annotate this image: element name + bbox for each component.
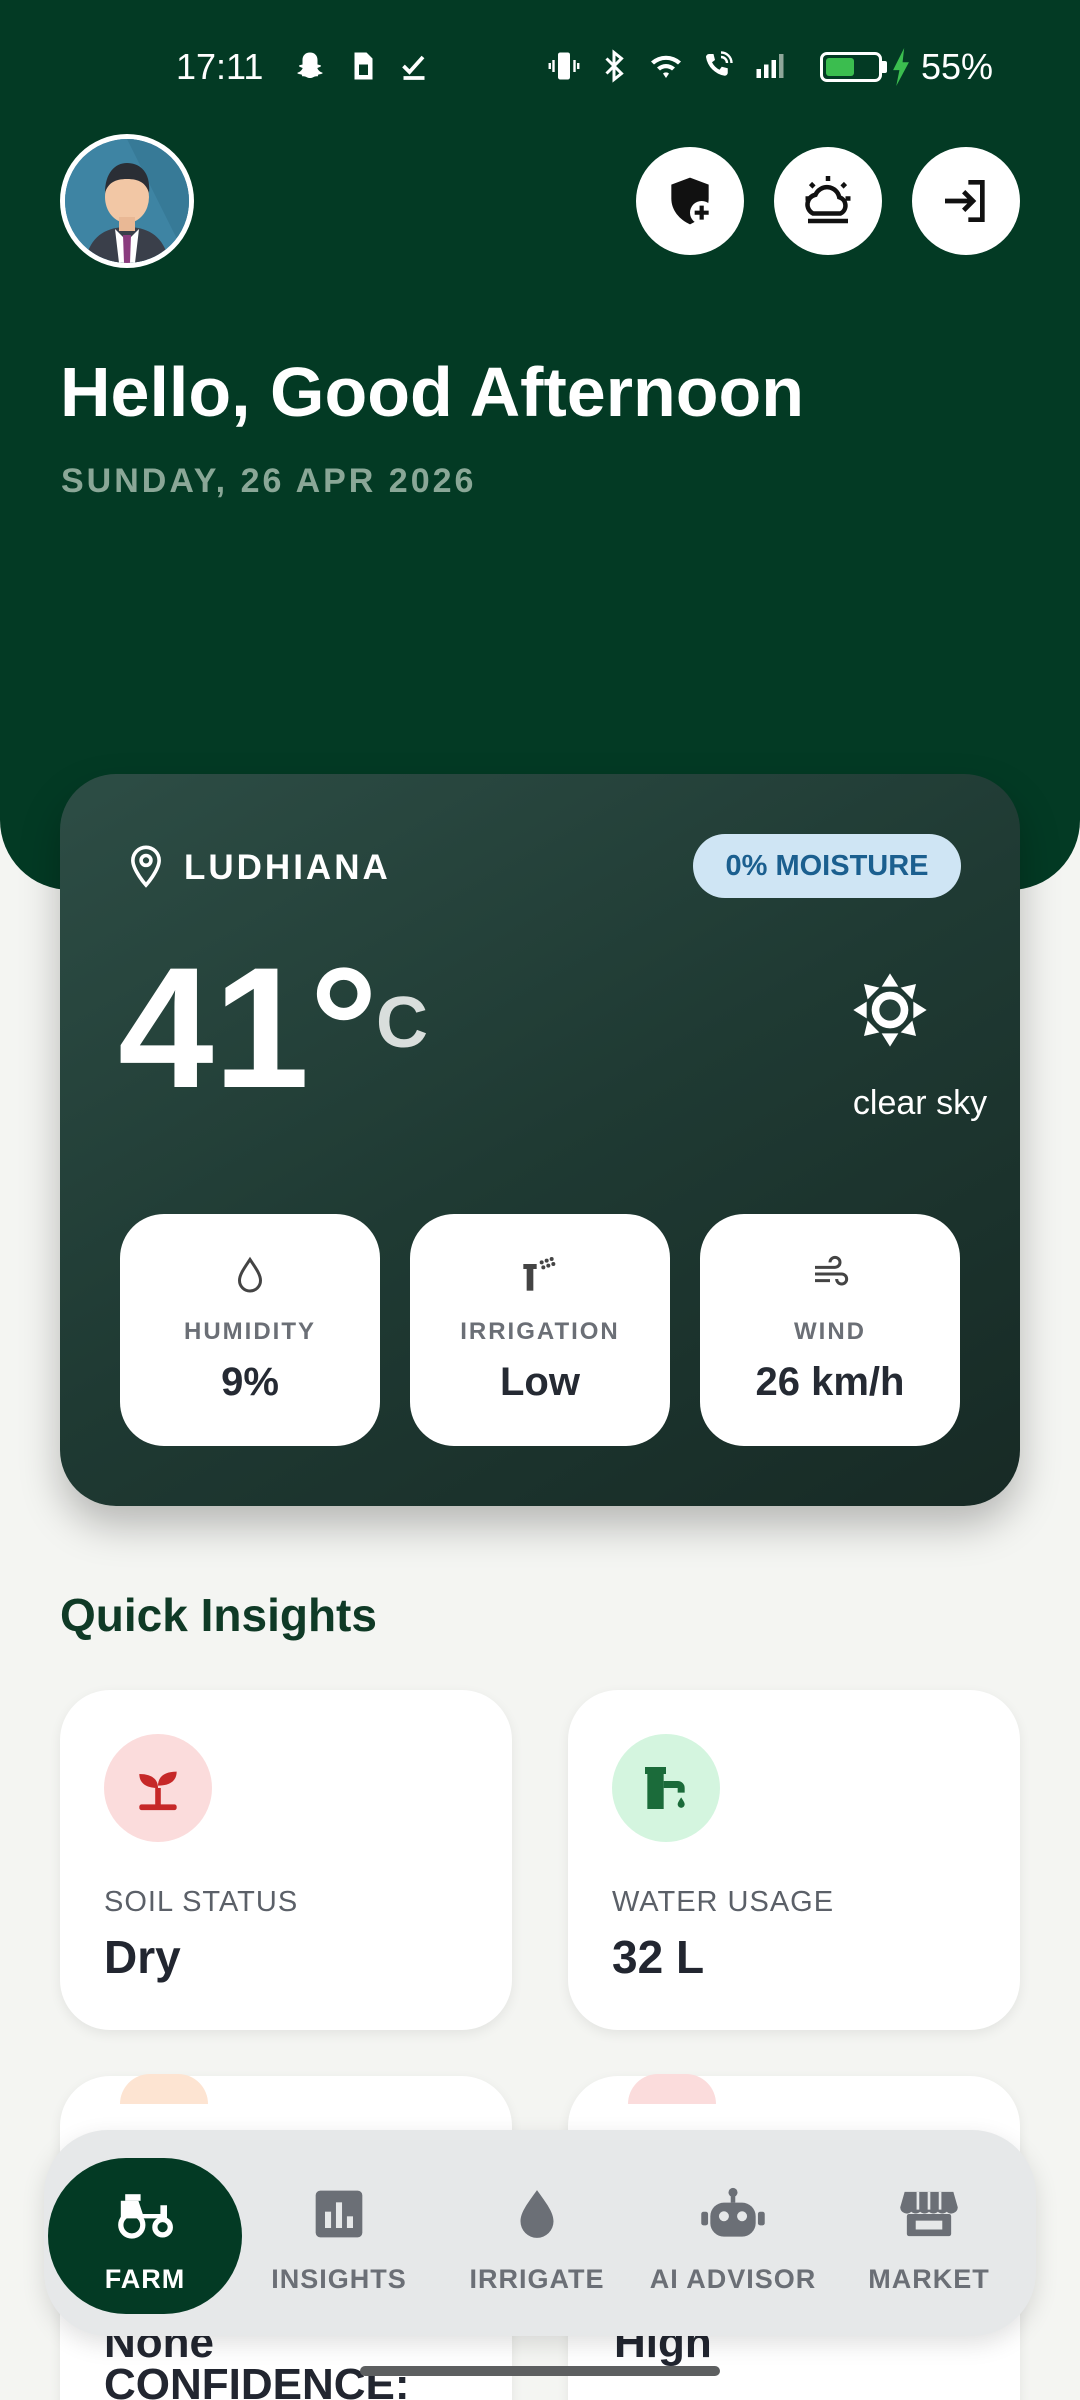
- soil-status-label: SOIL STATUS: [104, 1886, 299, 1918]
- temperature: 41°: [118, 932, 379, 1124]
- nav-item-farm[interactable]: FARM: [48, 2130, 242, 2336]
- battery-icon: [820, 52, 882, 82]
- wind-icon: [815, 1255, 849, 1286]
- wifi-call-icon: [706, 51, 733, 76]
- logout-button[interactable]: [912, 147, 1020, 255]
- nav-item-irrigate[interactable]: IRRIGATE: [440, 2130, 634, 2336]
- signal-icon: [756, 54, 784, 78]
- status-time: 17:11: [176, 46, 264, 87]
- irrigation-value: Low: [500, 1360, 580, 1404]
- check-icon: [402, 55, 425, 80]
- bar-chart-icon: [315, 2190, 363, 2238]
- bluetooth-icon: [605, 49, 624, 83]
- location-name: LUDHIANA: [184, 848, 391, 887]
- shield-add-button[interactable]: [636, 147, 744, 255]
- humidity-stat: HUMIDITY 9%: [120, 1214, 380, 1446]
- humidity-label: HUMIDITY: [184, 1318, 316, 1345]
- weather-button[interactable]: [774, 147, 882, 255]
- irrigation-label: IRRIGATION: [460, 1318, 620, 1345]
- nav-item-market[interactable]: MARKET: [832, 2130, 1026, 2336]
- sprinkler-icon: [523, 1257, 556, 1291]
- shield-add-icon: [671, 177, 714, 225]
- irrigation-stat: IRRIGATION Low: [410, 1214, 670, 1446]
- wind-value: 26 km/h: [755, 1360, 905, 1404]
- current-date: SUNDAY, 26 APR 2026: [61, 462, 477, 500]
- moisture-badge: 0% MOISTURE: [693, 834, 961, 898]
- nav-label-ai-advisor: AI ADVISOR: [649, 2264, 817, 2294]
- temperature-unit: C: [376, 983, 428, 1063]
- home-indicator[interactable]: [360, 2366, 720, 2376]
- weather-icon: [805, 176, 851, 224]
- nav-label-irrigate: IRRIGATE: [469, 2264, 605, 2294]
- sprout-icon: [139, 1771, 177, 1811]
- avatar[interactable]: [60, 134, 194, 268]
- drop-icon: [237, 1256, 263, 1293]
- weather-card: LUDHIANA 0% MOISTURE 41° C clear sky HUM…: [60, 774, 1020, 1506]
- wind-label: WIND: [794, 1318, 866, 1345]
- drop-icon: [520, 2190, 554, 2238]
- humidity-value: 9%: [221, 1360, 279, 1404]
- logout-icon: [945, 180, 985, 222]
- nav-label-insights: INSIGHTS: [271, 2264, 407, 2294]
- water-usage-label: WATER USAGE: [612, 1886, 835, 1918]
- greeting: Hello, Good Afternoon: [60, 353, 804, 431]
- wifi-icon: [651, 55, 681, 78]
- status-bar: 17:11 55%: [0, 0, 1080, 136]
- insight-card-soil-status[interactable]: SOIL STATUS Dry: [60, 1690, 512, 2030]
- location-pin-icon: [131, 845, 161, 888]
- tractor-icon: [118, 2194, 173, 2239]
- snapchat-icon: [297, 52, 323, 78]
- insight-card-water-usage[interactable]: WATER USAGE 32 L: [568, 1690, 1020, 2030]
- robot-icon: [701, 2187, 765, 2237]
- nav-label-farm: FARM: [104, 2264, 186, 2294]
- store-icon: [900, 2191, 958, 2237]
- charging-icon: [893, 48, 909, 86]
- battery-percent: 55%: [921, 46, 994, 87]
- vibrate-icon: [548, 52, 580, 80]
- wind-stat: WIND 26 km/h: [700, 1214, 960, 1446]
- nav-item-insights[interactable]: INSIGHTS: [242, 2130, 436, 2336]
- nav-label-market: MARKET: [868, 2264, 990, 2294]
- soil-status-value: Dry: [104, 1931, 181, 1983]
- section-title-quick-insights: Quick Insights: [60, 1589, 377, 1641]
- weather-condition: clear sky: [852, 1084, 988, 1122]
- bottom-navigation: FARM INSIGHTS IRRIGATE AI ADVISOR MARKET: [44, 2130, 1036, 2336]
- water-tap-icon: [645, 1767, 685, 1809]
- sim-card-icon: [354, 52, 373, 80]
- sun-icon: [853, 973, 927, 1047]
- water-usage-value: 32 L: [612, 1931, 705, 1983]
- nav-item-ai-advisor[interactable]: AI ADVISOR: [636, 2130, 830, 2336]
